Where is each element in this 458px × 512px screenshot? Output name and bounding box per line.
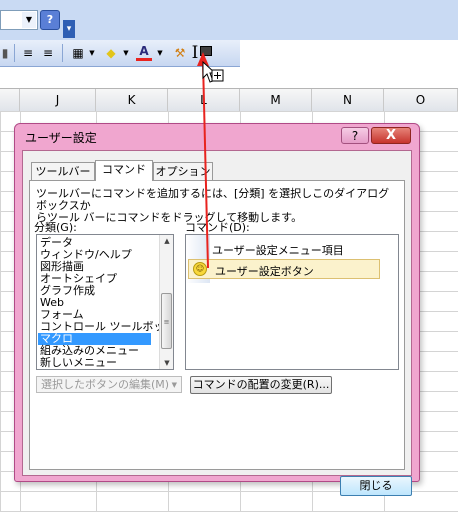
tab-options[interactable]: オプション xyxy=(153,162,213,180)
tab-toolbars[interactable]: ツールバー xyxy=(31,162,95,180)
decrease-indent-icon[interactable]: ≡ xyxy=(20,43,36,63)
help-button[interactable]: ? xyxy=(40,10,60,30)
font-color-dropdown-icon[interactable]: ▼ xyxy=(156,43,164,63)
categories-label: 分類(G): xyxy=(34,221,77,234)
dropdown-arrow-icon: ▼ xyxy=(171,381,177,389)
borders-icon[interactable]: ▦ xyxy=(70,43,86,63)
column-header-o[interactable]: O xyxy=(384,89,458,111)
scrollbar-thumb[interactable]: ≡ xyxy=(161,293,172,349)
customize-dialog: ユーザー設定 ? X ツールバー コマンド オプション ツールバーにコマンドを追… xyxy=(14,123,420,496)
borders-dropdown-icon[interactable]: ▼ xyxy=(88,43,96,63)
categories-scrollbar[interactable]: ▲ ≡ ▼ xyxy=(159,235,173,369)
increase-indent-icon[interactable]: ≡ xyxy=(40,43,56,63)
toolbar-edge-icon: ▮ xyxy=(1,46,9,60)
dialog-title: ユーザー設定 xyxy=(25,131,97,145)
column-header: J K L M N O xyxy=(0,88,458,112)
dialog-body: ツールバー コマンド オプション ツールバーにコマンドを追加するには、[分類] … xyxy=(22,150,412,496)
rearrange-commands-button[interactable]: コマンドの配置の変更(R)... xyxy=(190,376,332,394)
list-item[interactable]: ユーザー設定メニュー項目 xyxy=(212,242,344,258)
toolbar-separator xyxy=(14,44,15,62)
commands-tab-panel: ツールバーにコマンドを追加するには、[分類] を選択しこのダイアログ ボックスか… xyxy=(29,180,412,496)
close-button[interactable]: 閉じる xyxy=(340,476,412,496)
dropdown-arrow-icon[interactable]: ▼ xyxy=(22,12,36,28)
drag-copy-icon xyxy=(211,69,224,82)
instruction-line-1: ツールバーにコマンドを追加するには、[分類] を選択しこのダイアログ ボックスか xyxy=(36,187,390,212)
categories-listbox[interactable]: データ ウィンドウ/ヘルプ 図形描画 オートシェイプ グラフ作成 Web フォー… xyxy=(36,234,174,370)
insert-cursor-icon: I xyxy=(191,43,199,63)
dragged-button-icon xyxy=(200,46,212,56)
modify-selection-label: 選択したボタンの編集(M) xyxy=(41,378,170,391)
column-header-partial xyxy=(0,89,20,111)
column-header-l[interactable]: L xyxy=(168,89,240,111)
dialog-close-button[interactable]: X xyxy=(371,127,411,144)
commands-listbox[interactable]: ユーザー設定メニュー項目 ☺ ユーザー設定ボタン xyxy=(185,234,399,370)
tab-commands[interactable]: コマンド xyxy=(95,160,153,181)
modify-selection-dropdown[interactable]: 選択したボタンの編集(M) ▼ xyxy=(36,376,182,393)
toolbar-options-icon[interactable]: ▾ xyxy=(63,20,75,38)
name-box-dropdown[interactable]: ▼ xyxy=(0,10,38,30)
column-header-k[interactable]: K xyxy=(96,89,168,111)
commands-label: コマンド(D): xyxy=(185,221,250,234)
list-item[interactable]: 新しいメニュー xyxy=(40,357,117,369)
list-item-selected[interactable]: ☺ ユーザー設定ボタン xyxy=(188,259,380,279)
scroll-down-icon[interactable]: ▼ xyxy=(160,357,173,369)
fill-color-dropdown-icon[interactable]: ▼ xyxy=(122,43,130,63)
scroll-up-icon[interactable]: ▲ xyxy=(160,235,173,247)
dialog-help-button[interactable]: ? xyxy=(341,127,369,144)
list-item-label: ユーザー設定ボタン xyxy=(215,265,314,278)
column-header-n[interactable]: N xyxy=(312,89,384,111)
toolbar-separator xyxy=(62,44,63,62)
formatting-toolbar: ▮ ≡ ≡ ▦ ▼ ◆ ▼ A ▼ ⚒ I xyxy=(0,40,240,67)
column-header-j[interactable]: J xyxy=(20,89,96,111)
tools-icon[interactable]: ⚒ xyxy=(172,43,188,63)
column-header-m[interactable]: M xyxy=(240,89,312,111)
fill-color-icon[interactable]: ◆ xyxy=(102,43,120,63)
font-color-icon[interactable]: A xyxy=(136,43,152,61)
smiley-icon: ☺ xyxy=(193,262,207,276)
